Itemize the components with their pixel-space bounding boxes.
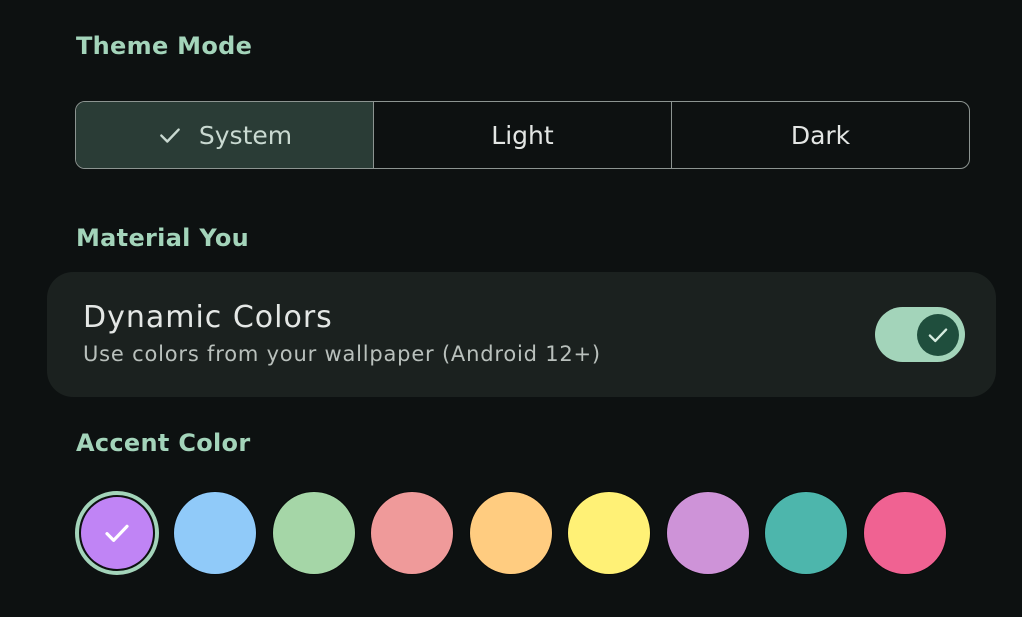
swatch-fill	[667, 492, 749, 574]
theme-option-dark[interactable]: Dark	[671, 102, 969, 168]
material-you-title: Material You	[76, 224, 250, 252]
accent-swatch-green[interactable]	[272, 491, 356, 575]
swatch-fill	[568, 492, 650, 574]
theme-option-label: Dark	[790, 120, 851, 150]
theme-option-label: Light	[491, 120, 554, 150]
accent-swatch-lavender[interactable]	[666, 491, 750, 575]
swatch-fill	[371, 492, 453, 574]
theme-option-system[interactable]: System	[76, 102, 373, 168]
accent-swatch-blue[interactable]	[173, 491, 257, 575]
theme-option-light[interactable]: Light	[373, 102, 671, 168]
swatch-fill	[273, 492, 355, 574]
theme-option-label: System	[198, 120, 293, 150]
check-icon	[160, 128, 180, 143]
swatch-fill	[81, 497, 153, 569]
toggle-thumb	[917, 314, 959, 356]
theme-mode-title: Theme Mode	[76, 32, 253, 60]
check-icon	[105, 524, 129, 542]
swatch-fill	[864, 492, 946, 574]
dynamic-colors-subtitle: Use colors from your wallpaper (Android …	[83, 342, 601, 366]
swatch-fill	[765, 492, 847, 574]
check-icon	[928, 328, 948, 343]
swatch-fill	[470, 492, 552, 574]
accent-swatch-yellow[interactable]	[567, 491, 651, 575]
swatch-fill	[174, 492, 256, 574]
accent-color-title: Accent Color	[76, 429, 251, 457]
accent-swatch-pink[interactable]	[863, 491, 947, 575]
accent-swatch-purple[interactable]	[75, 491, 159, 575]
dynamic-colors-toggle[interactable]	[875, 307, 965, 362]
theme-mode-selector: System Light Dark	[75, 101, 970, 169]
accent-swatch-orange[interactable]	[469, 491, 553, 575]
dynamic-colors-card[interactable]: Dynamic Colors Use colors from your wall…	[47, 272, 996, 397]
dynamic-colors-title: Dynamic Colors	[83, 300, 333, 335]
accent-swatch-red[interactable]	[370, 491, 454, 575]
accent-swatch-teal[interactable]	[764, 491, 848, 575]
appearance-settings: Theme Mode System Light Dark Material Yo…	[0, 0, 1022, 617]
